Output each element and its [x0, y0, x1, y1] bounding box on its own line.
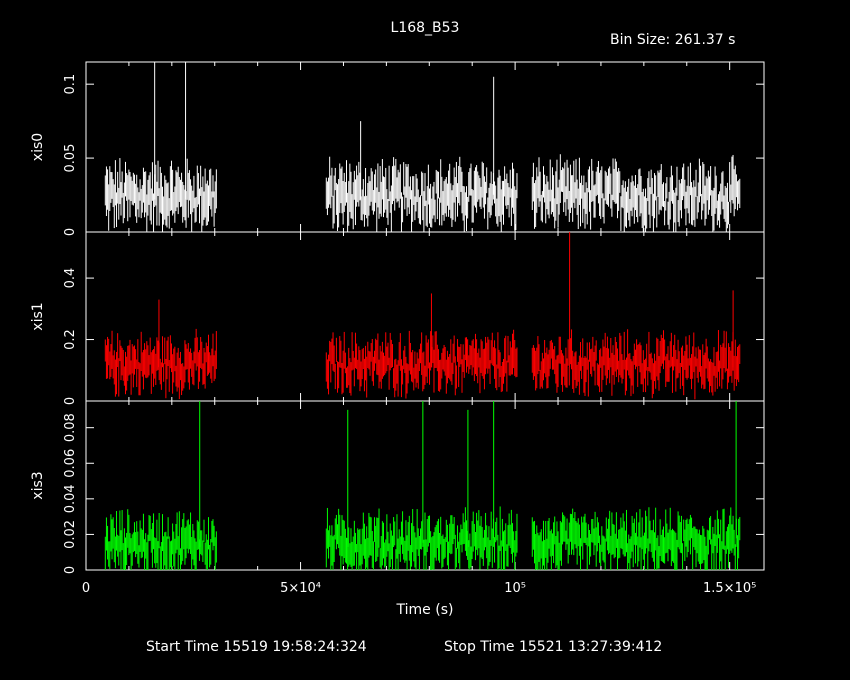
xis3-ytick-label: 0.08 — [63, 413, 78, 442]
xis3-ytick-label: 0.02 — [63, 520, 78, 549]
xis1-ytick-label: 0.4 — [63, 268, 78, 289]
xis3-axis-label: xis3 — [30, 471, 46, 499]
plot-area: 0 0.05 0.1 xis0 0 0.2 0.4 xis1 0 0.02 0.04 0.06 0.08… — [30, 61, 765, 596]
xis0-ytick-label: 0.1 — [63, 74, 78, 95]
light-curve-chart: L168_B53 Bin Size: 261.37 s Time (s) Sta… — [30, 20, 765, 655]
bin-size-label: Bin Size: 261.37 s — [610, 32, 735, 48]
xis0-series — [104, 62, 741, 232]
xis3-ytick-label: 0.06 — [63, 449, 78, 478]
xis1-ytick-label: 0 — [63, 397, 78, 405]
x-tick-label: 0 — [82, 581, 90, 596]
xis1-series — [104, 232, 741, 400]
xis1-ytick-label: 0.2 — [63, 329, 78, 350]
xis3-ytick-label: 0 — [63, 566, 78, 574]
start-time-label: Start Time 15519 19:58:24:324 — [146, 639, 367, 655]
xis0-ytick-label: 0.05 — [63, 144, 78, 173]
xis0-ytick-label: 0 — [63, 228, 78, 236]
x-tick-label: 5×10⁴ — [280, 581, 321, 596]
xis3-ytick-label: 0.04 — [63, 484, 78, 513]
x-axis-label: Time (s) — [396, 602, 454, 618]
x-tick-label: 1.5×10⁵ — [703, 581, 756, 596]
stop-time-label: Stop Time 15521 13:27:39:412 — [444, 639, 662, 655]
xis0-axis-label: xis0 — [30, 133, 46, 161]
xis0-frame — [85, 61, 765, 233]
xis1-axis-label: xis1 — [30, 302, 46, 330]
chart-title: L168_B53 — [391, 20, 460, 36]
x-tick-label: 10⁵ — [504, 581, 526, 596]
xis3-series — [104, 401, 741, 570]
